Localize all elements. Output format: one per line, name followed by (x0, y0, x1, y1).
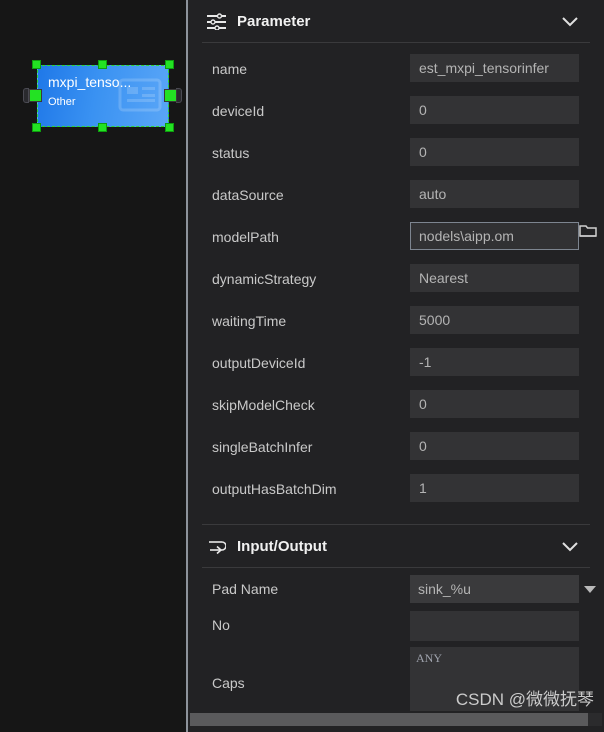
no-label: No (212, 617, 230, 633)
param-value-outputdeviceid[interactable]: -1 (410, 348, 579, 376)
pad-name-select[interactable]: sink_%u (410, 575, 579, 603)
horizontal-scrollbar-thumb[interactable] (190, 713, 588, 726)
io-section-header[interactable]: Input/Output (188, 525, 604, 567)
param-label: singleBatchInfer (212, 439, 313, 455)
table-row: outputDeviceId -1 (188, 344, 604, 386)
folder-icon[interactable] (579, 223, 597, 239)
param-value-waitingtime[interactable]: 5000 (410, 306, 579, 334)
param-label: modelPath (212, 229, 279, 245)
param-label: dynamicStrategy (212, 271, 317, 287)
parameter-rows: name est_mxpi_tensorinfer deviceId 0 sta… (188, 43, 604, 512)
resize-handle-bottom-right[interactable] (165, 123, 174, 132)
param-value-datasource[interactable]: auto (410, 180, 579, 208)
table-row: outputHasBatchDim 1 (188, 470, 604, 512)
node-subtitle: Other (48, 96, 76, 108)
no-row: No (188, 611, 604, 647)
graph-canvas[interactable]: mxpi_tenso... Other (0, 0, 186, 732)
io-section-title: Input/Output (237, 537, 327, 555)
graph-node-mxpi-tensorinfer[interactable]: mxpi_tenso... Other (23, 58, 182, 134)
properties-panel: Parameter name est_mxpi_tensorinfer devi… (188, 0, 604, 732)
pad-name-label: Pad Name (212, 581, 279, 597)
horizontal-scrollbar[interactable] (190, 713, 602, 726)
resize-handle-top-center[interactable] (98, 60, 107, 69)
node-title: mxpi_tenso... (48, 74, 132, 90)
table-row: deviceId 0 (188, 92, 604, 134)
node-body[interactable]: mxpi_tenso... Other (37, 65, 169, 127)
chevron-down-icon[interactable] (584, 586, 596, 593)
resize-handle-top-right[interactable] (165, 60, 174, 69)
table-row: dynamicStrategy Nearest (188, 260, 604, 302)
app-window: mxpi_tenso... Other Parameter name est_m… (0, 0, 604, 732)
param-label: dataSource (212, 187, 284, 203)
param-value-outputhasbatchdim[interactable]: 1 (410, 474, 579, 502)
param-value-dynamicstrategy[interactable]: Nearest (410, 264, 579, 292)
sliders-icon (206, 12, 226, 30)
arrow-loop-icon (206, 537, 226, 555)
resize-handle-bottom-center[interactable] (98, 123, 107, 132)
param-label: outputHasBatchDim (212, 481, 337, 497)
param-label: status (212, 145, 250, 161)
param-label: skipModelCheck (212, 397, 315, 413)
param-value-deviceid[interactable]: 0 (410, 96, 579, 124)
table-row: singleBatchInfer 0 (188, 428, 604, 470)
parameter-section: Parameter name est_mxpi_tensorinfer devi… (188, 0, 604, 512)
caps-label: Caps (212, 675, 245, 691)
param-value-singlebatchinfer[interactable]: 0 (410, 432, 579, 460)
pad-name-row: Pad Name sink_%u (188, 575, 604, 611)
watermark-text: CSDN @微微抚琴 (455, 690, 594, 709)
table-row: dataSource auto (188, 176, 604, 218)
parameter-section-title: Parameter (237, 12, 311, 30)
param-value-skipmodelcheck[interactable]: 0 (410, 390, 579, 418)
node-output-port[interactable] (164, 89, 177, 102)
resize-handle-bottom-left[interactable] (32, 123, 41, 132)
table-row: modelPath nodels\aipp.om (188, 218, 604, 260)
no-input[interactable] (410, 611, 579, 641)
param-value-name[interactable]: est_mxpi_tensorinfer (410, 54, 579, 82)
param-label: deviceId (212, 103, 265, 119)
table-row: name est_mxpi_tensorinfer (188, 50, 604, 92)
param-label: waitingTime (212, 313, 287, 329)
table-row: skipModelCheck 0 (188, 386, 604, 428)
param-value-status[interactable]: 0 (410, 138, 579, 166)
param-label: name (212, 61, 248, 77)
param-label: outputDeviceId (212, 355, 306, 371)
table-row: status 0 (188, 134, 604, 176)
chevron-down-icon[interactable] (558, 12, 582, 30)
param-value-modelpath[interactable]: nodels\aipp.om (410, 222, 579, 250)
table-row: waitingTime 5000 (188, 302, 604, 344)
node-input-port[interactable] (29, 89, 42, 102)
parameter-section-header[interactable]: Parameter (188, 0, 604, 42)
chevron-down-icon[interactable] (558, 537, 582, 555)
resize-handle-top-left[interactable] (32, 60, 41, 69)
